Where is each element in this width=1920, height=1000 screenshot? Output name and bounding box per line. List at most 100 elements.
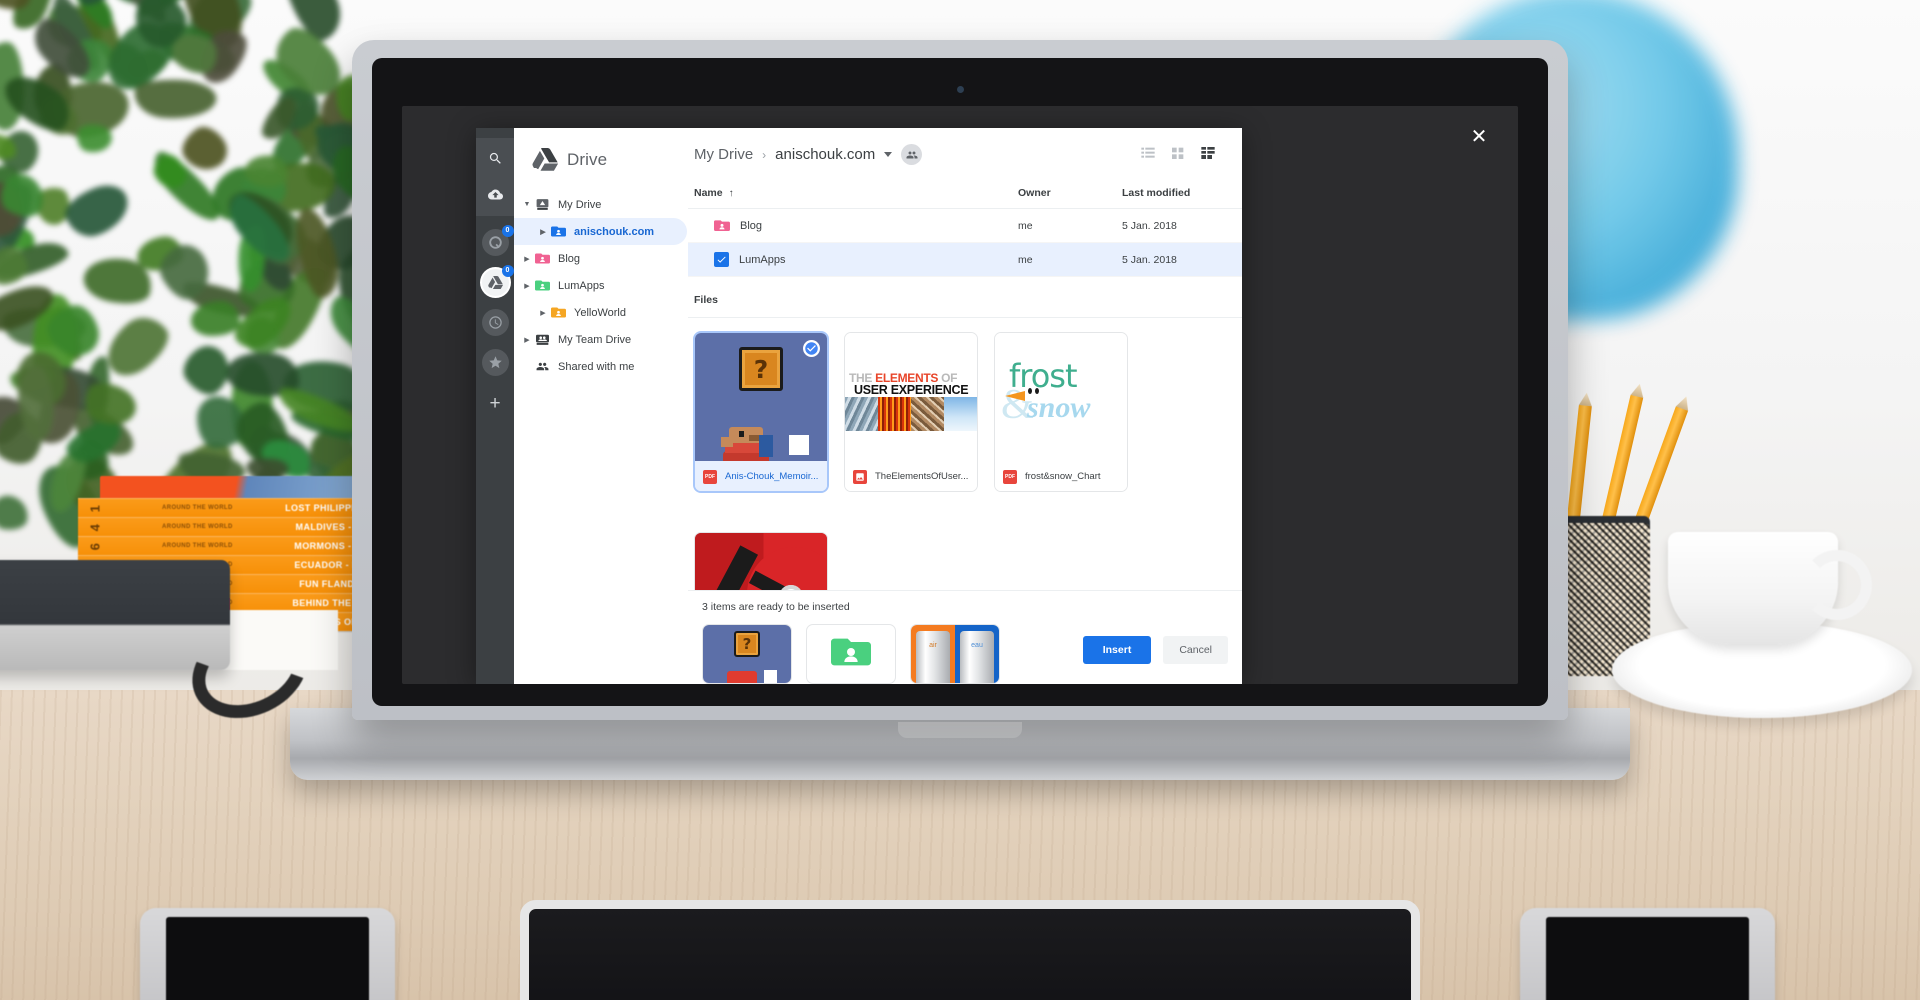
detail-view-icon[interactable] <box>1200 145 1216 165</box>
row-name-label: Blog <box>740 219 763 232</box>
photo-background: 1 AROUND THE WORLD LOST PHILIPPINES 4 AROUND… <box>0 0 1920 1000</box>
close-icon[interactable]: ✕ <box>1466 124 1492 150</box>
sidebar-item-label: My Drive <box>558 198 602 211</box>
starred-icon[interactable] <box>481 349 509 376</box>
sidebar-item-my-team-drive[interactable]: ▶ My Team Drive <box>514 326 687 353</box>
frost-and-snow-thumbnail: & frost snow <box>995 333 1127 461</box>
cancel-button[interactable]: Cancel <box>1163 636 1228 664</box>
ready-status: 3 items are ready to be inserted <box>702 601 850 613</box>
insert-bar: 3 items are ready to be inserted ? air e… <box>688 590 1242 684</box>
book-number: 1 <box>87 504 103 512</box>
file-card[interactable]: THE ELEMENTS OF USER EXPERIENCE TheElement… <box>844 332 978 492</box>
book-series: AROUND THE WORLD <box>162 524 233 530</box>
file-card[interactable]: ? PDF Anis-Chouk_Memoir... <box>694 332 828 492</box>
file-name: Anis-Chouk_Memoir... <box>725 471 819 482</box>
quickoffice-icon[interactable]: 0 <box>481 225 514 256</box>
breadcrumb-separator: › <box>762 147 767 162</box>
row-modified: 5 Jan. 2018 <box>1122 253 1177 266</box>
sidebar-item-label: Shared with me <box>558 360 635 373</box>
selected-thumbs-row: ? air eau Insert Cancel <box>702 624 1228 684</box>
screen-bezel: ✕ 0 0 + Drive ▼ My Drive ▶ anischouk.com… <box>372 58 1548 706</box>
folder-shared-icon <box>714 219 730 233</box>
notification-badge: 0 <box>501 225 514 237</box>
recent-icon[interactable] <box>481 309 509 336</box>
rail-top-group <box>476 138 514 216</box>
file-card[interactable]: & frost snow PDF frost&snow_Chart <box>994 332 1128 492</box>
question-block: ? <box>739 347 783 391</box>
drive-icon <box>534 198 551 211</box>
folder-shared-icon <box>831 635 871 674</box>
add-app-button[interactable]: + <box>489 394 500 413</box>
sort-ascending-icon: ↑ <box>728 187 734 199</box>
column-header-owner[interactable]: Owner <box>1018 187 1122 199</box>
row-owner: me <box>1018 219 1033 232</box>
drive-icon[interactable]: 0 <box>481 265 514 296</box>
list-view-icon[interactable] <box>1140 145 1156 165</box>
mini-thumb-folder[interactable] <box>806 624 896 684</box>
chevron-down-icon[interactable] <box>884 152 893 157</box>
table-row[interactable]: Blog me 5 Jan. 2018 <box>688 209 1242 243</box>
people-icon[interactable] <box>901 144 923 165</box>
picker-main: My Drive › anischouk.com Name ↑ Owner La… <box>688 128 1242 684</box>
insert-button[interactable]: Insert <box>1082 636 1152 664</box>
breadcrumb-current[interactable]: anischouk.com <box>775 146 875 163</box>
row-checkbox[interactable] <box>714 252 729 267</box>
folder-shared <box>550 306 567 319</box>
rail-app-group: 00 <box>481 216 514 376</box>
sidebar-item-blog[interactable]: ▶ Blog <box>514 245 687 272</box>
sidebar-item-label: anischouk.com <box>574 225 655 238</box>
mini-thumb-cans[interactable]: air eau <box>910 624 1000 684</box>
sidebar-item-label: My Team Drive <box>558 333 632 346</box>
chevron-right-icon[interactable]: ▶ <box>536 228 550 236</box>
laptop-notch <box>898 722 1022 738</box>
book-spine: 6 AROUND THE WORLD MORMONS - POL <box>78 536 378 555</box>
row-owner: me <box>1018 253 1033 266</box>
drive-brand-name: Drive <box>567 149 608 169</box>
chevron-right-icon[interactable]: ▶ <box>520 336 534 344</box>
laptop-screen: ✕ 0 0 + Drive ▼ My Drive ▶ anischouk.com… <box>402 106 1518 684</box>
chevron-down-icon[interactable]: ▼ <box>520 201 534 208</box>
file-card-footer: PDF frost&snow_Chart <box>995 461 1127 491</box>
folder-list: Blog me 5 Jan. 2018 LumApps me 5 Jan. 2018 <box>688 209 1242 277</box>
column-header-name[interactable]: Name ↑ <box>694 187 1018 199</box>
breadcrumb-root[interactable]: My Drive <box>694 146 753 163</box>
files-section-label: Files <box>694 294 718 306</box>
sidebar-item-lumapps[interactable]: ▶ LumApps <box>514 272 687 299</box>
row-modified: 5 Jan. 2018 <box>1122 219 1177 232</box>
breadcrumb: My Drive › anischouk.com <box>688 128 1242 179</box>
file-name: frost&snow_Chart <box>1025 471 1101 482</box>
sidebar-item-shared-with-me[interactable]: Shared with me <box>514 353 687 380</box>
table-row[interactable]: LumApps me 5 Jan. 2018 <box>688 243 1242 277</box>
sidebar-item-label: YelloWorld <box>574 306 626 319</box>
upload-icon[interactable] <box>483 182 507 206</box>
folder-shared <box>550 225 567 238</box>
elements-of-ux-thumbnail: THE ELEMENTS OF USER EXPERIENCE <box>845 333 977 461</box>
chevron-right-icon[interactable]: ▶ <box>520 282 534 290</box>
column-header-modified[interactable]: Last modified <box>1122 187 1242 199</box>
book-series: AROUND THE WORLD <box>162 543 233 549</box>
table-header: Name ↑ Owner Last modified <box>688 179 1242 209</box>
sidebar-item-yelloworld[interactable]: ▶ YelloWorld <box>514 299 687 326</box>
chevron-right-icon[interactable]: ▶ <box>520 255 534 263</box>
selected-check-icon <box>803 340 820 357</box>
sidebar-item-anischouk-com[interactable]: ▶ anischouk.com <box>514 218 687 245</box>
coffee-mug <box>1668 532 1872 644</box>
file-card-footer: TheElementsOfUser... <box>845 461 977 491</box>
mini-thumb-mario[interactable]: ? <box>702 624 792 684</box>
book-cover <box>100 476 382 500</box>
notification-badge: 0 <box>501 265 514 277</box>
grid-view-icon[interactable] <box>1170 145 1186 165</box>
sidebar-item-my-drive[interactable]: ▼ My Drive <box>514 191 687 218</box>
phone-right <box>1520 908 1775 1000</box>
can-right-label: eau <box>960 631 994 683</box>
folder-shared <box>534 279 551 292</box>
tablet-device <box>520 900 1420 1000</box>
can-left-label: air <box>916 631 950 683</box>
row-name-cell: LumApps <box>694 252 1018 267</box>
laptop-lid: ✕ 0 0 + Drive ▼ My Drive ▶ anischouk.com… <box>352 40 1568 720</box>
drive-brand: Drive <box>514 142 687 191</box>
search-icon[interactable] <box>483 146 507 170</box>
chevron-right-icon[interactable]: ▶ <box>536 309 550 317</box>
book-spine: 1 AROUND THE WORLD LOST PHILIPPINES <box>78 498 378 517</box>
column-header-name-label: Name <box>694 187 723 199</box>
